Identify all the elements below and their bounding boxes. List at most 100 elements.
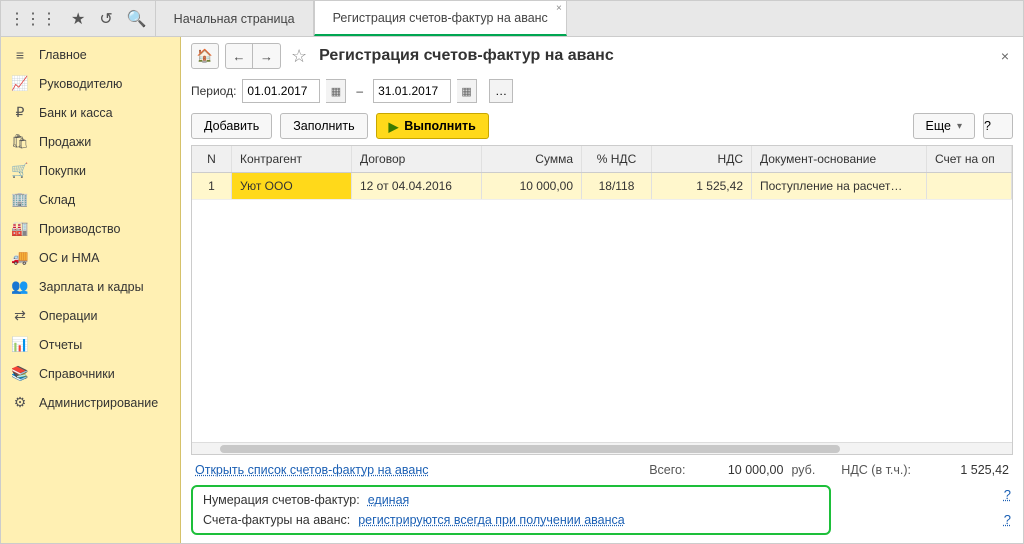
table-header: N Контрагент Договор Сумма % НДС НДС Док… <box>192 146 1012 173</box>
sidebar-item-operations[interactable]: ⇄ Операции <box>1 301 180 330</box>
btn-label: Еще <box>926 119 951 133</box>
cell-vatpct: 18/118 <box>582 173 652 199</box>
sidebar-item-admin[interactable]: ⚙ Администрирование <box>1 388 180 417</box>
cell-agent: Уют ООО <box>232 173 352 199</box>
sidebar-item-bank[interactable]: ₽Банк и касса <box>1 98 180 127</box>
play-icon: ▶ <box>389 119 399 134</box>
sidebar-label: Продажи <box>39 135 91 149</box>
numbering-link[interactable]: единая <box>368 493 410 507</box>
open-list-link[interactable]: Открыть список счетов-фактур на аванс <box>195 463 428 477</box>
star-icon[interactable]: ☆ <box>291 46 307 67</box>
back-button[interactable]: ← <box>225 43 253 69</box>
total-sum: 10 000,00 <box>693 463 783 477</box>
sidebar-item-sales[interactable]: 🛍 Продажи <box>1 127 180 156</box>
sidebar-item-salary[interactable]: 👥 Зарплата и кадры <box>1 272 180 301</box>
swap-icon: ⇄ <box>11 307 29 324</box>
sidebar-item-assets[interactable]: 🚚ОС и НМА <box>1 243 180 272</box>
sidebar-label: Администрирование <box>39 396 158 410</box>
calendar-icon[interactable]: ▦ <box>326 79 346 103</box>
th-sum[interactable]: Сумма <box>482 146 582 172</box>
vat-sum: 1 525,42 <box>919 463 1009 477</box>
sidebar-label: ОС и НМА <box>39 251 99 265</box>
th-doc[interactable]: Документ-основание <box>752 146 927 172</box>
tab-home[interactable]: Начальная страница <box>155 1 314 36</box>
date-to-input[interactable] <box>373 79 451 103</box>
sidebar-label: Главное <box>39 48 87 62</box>
total-label: Всего: <box>649 463 685 477</box>
tab-label: Регистрация счетов-фактур на аванс <box>333 11 548 25</box>
tab-label: Начальная страница <box>174 12 295 26</box>
page-title: Регистрация счетов-фактур на аванс <box>319 47 614 65</box>
numbering-label: Нумерация счетов-фактур: <box>203 493 360 507</box>
period-label: Период: <box>191 84 236 98</box>
th-n[interactable]: N <box>192 146 232 172</box>
cell-n: 1 <box>192 173 232 199</box>
sidebar-label: Банк и касса <box>39 106 113 120</box>
sidebar-label: Покупки <box>39 164 86 178</box>
sidebar-item-production[interactable]: 🏭 Производство <box>1 214 180 243</box>
menu-icon: ≡ <box>11 47 29 63</box>
favorite-icon[interactable]: ★ <box>71 9 85 29</box>
factory-icon: 🏭 <box>11 220 29 237</box>
date-from-input[interactable] <box>242 79 320 103</box>
btn-label: Добавить <box>204 119 259 133</box>
cell-sum: 10 000,00 <box>482 173 582 199</box>
sidebar-item-references[interactable]: 📚 Справочники <box>1 359 180 388</box>
btn-label: Заполнить <box>293 119 354 133</box>
horizontal-scrollbar[interactable] <box>192 442 1012 454</box>
table-row[interactable]: 1 Уют ООО 12 от 04.04.2016 10 000,00 18/… <box>192 173 1012 200</box>
sidebar-item-warehouse[interactable]: 🏢 Склад <box>1 185 180 214</box>
people-icon: 👥 <box>11 278 29 295</box>
cell-vat: 1 525,42 <box>652 173 752 199</box>
execute-button[interactable]: ▶ Выполнить <box>376 113 489 139</box>
sidebar-label: Склад <box>39 193 75 207</box>
th-acct[interactable]: Счет на оп <box>927 146 1012 172</box>
th-agent[interactable]: Контрагент <box>232 146 352 172</box>
building-icon: 🏢 <box>11 191 29 208</box>
cart-icon: 🛒 <box>11 162 29 179</box>
advance-link[interactable]: регистрируются всегда при получении аван… <box>358 513 625 527</box>
currency-label: руб. <box>791 463 815 477</box>
tab-registration[interactable]: Регистрация счетов-фактур на аванс × <box>314 1 567 36</box>
sidebar-label: Руководителю <box>39 77 122 91</box>
sidebar-label: Операции <box>39 309 97 323</box>
sidebar-label: Отчеты <box>39 338 82 352</box>
sidebar-item-reports[interactable]: 📊Отчеты <box>1 330 180 359</box>
home-button[interactable]: 🏠 <box>191 43 219 69</box>
fill-button[interactable]: Заполнить <box>280 113 367 139</box>
sidebar-label: Зарплата и кадры <box>39 280 144 294</box>
search-icon[interactable]: 🔍 <box>127 9 147 29</box>
history-icon[interactable]: ↺ <box>99 9 112 29</box>
sidebar-label: Производство <box>39 222 121 236</box>
vat-label: НДС (в т.ч.): <box>841 463 911 477</box>
close-page-button[interactable]: × <box>997 48 1013 64</box>
books-icon: 📚 <box>11 365 29 382</box>
forward-button[interactable]: → <box>253 43 281 69</box>
help-link[interactable]: ? <box>1004 487 1011 502</box>
sidebar: ≡ Главное 📈Руководителю ₽Банк и касса 🛍 Пр… <box>1 37 181 543</box>
cell-doc: Поступление на расчет… <box>752 173 927 199</box>
period-select-button[interactable]: … <box>489 79 513 103</box>
cell-acct <box>927 173 1012 199</box>
dash: – <box>352 84 367 98</box>
add-button[interactable]: Добавить <box>191 113 272 139</box>
help-icon: ? <box>984 119 991 133</box>
bag-icon: 🛍 <box>11 133 29 150</box>
th-contract[interactable]: Договор <box>352 146 482 172</box>
calendar-icon[interactable]: ▦ <box>457 79 477 103</box>
th-vat[interactable]: НДС <box>652 146 752 172</box>
sidebar-item-purchases[interactable]: 🛒 Покупки <box>1 156 180 185</box>
sidebar-item-manager[interactable]: 📈Руководителю <box>1 69 180 98</box>
sidebar-item-main[interactable]: ≡ Главное <box>1 41 180 69</box>
th-vatpct[interactable]: % НДС <box>582 146 652 172</box>
data-table: N Контрагент Договор Сумма % НДС НДС Док… <box>191 145 1013 455</box>
gear-icon: ⚙ <box>11 394 29 411</box>
sidebar-label: Справочники <box>39 367 115 381</box>
more-button[interactable]: Еще <box>913 113 975 139</box>
close-icon[interactable]: × <box>556 3 562 14</box>
help-link[interactable]: ? <box>1004 512 1011 527</box>
help-button[interactable]: ? <box>983 113 1013 139</box>
settings-highlight-box: Нумерация счетов-фактур: единая Счета-фа… <box>191 485 831 535</box>
apps-icon[interactable]: ⋮⋮⋮ <box>9 9 57 29</box>
btn-label: Выполнить <box>404 119 476 133</box>
